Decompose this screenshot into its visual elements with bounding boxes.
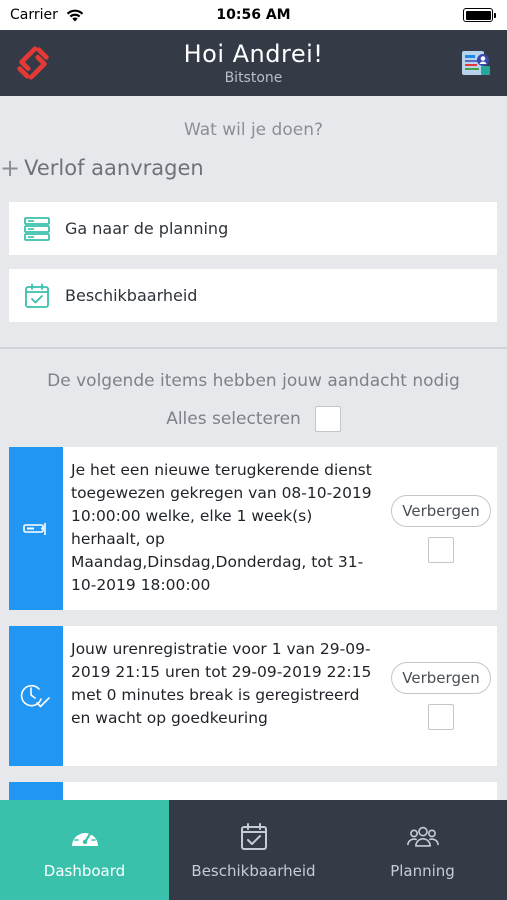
plus-icon: + <box>0 154 21 182</box>
card-swipe-icon <box>23 522 46 535</box>
tab-bar: Dashboard Beschikbaarheid Planning <box>0 800 507 900</box>
notification-strip <box>9 782 63 800</box>
tab-availability[interactable]: Beschikbaarheid <box>169 800 338 900</box>
notification-actions: Verbergen <box>385 447 497 610</box>
dashboard-content[interactable]: Wat wil je doen? + Verlof aanvragen Ga n… <box>0 96 507 800</box>
leave-request-link[interactable]: + Verlof aanvragen <box>0 154 204 182</box>
header-titles: Hoi Andrei! Bitstone <box>184 40 324 86</box>
page-title: Hoi Andrei! <box>183 40 324 68</box>
battery-icon <box>463 8 496 22</box>
notification-text: Je het een nieuwe terugkerende dienst to… <box>71 461 372 594</box>
tab-label: Planning <box>390 862 455 880</box>
group-icon <box>406 826 439 847</box>
notification-card: Je het een nieuwe terugkerende dienst to… <box>9 447 497 610</box>
availability-button[interactable]: Beschikbaarheid <box>9 269 497 322</box>
battery-fill <box>465 10 491 20</box>
status-bar: Carrier 10:56 AM <box>0 0 507 30</box>
select-all-label: Alles selecteren <box>166 409 301 429</box>
hide-notification-button[interactable]: Verbergen <box>391 662 491 694</box>
notification-card-partial <box>9 782 497 800</box>
wifi-icon <box>66 9 84 21</box>
notification-checkbox[interactable] <box>428 536 454 563</box>
notification-checkbox[interactable] <box>428 704 454 730</box>
tab-planning[interactable]: Planning <box>338 800 507 900</box>
tab-dashboard[interactable]: Dashboard <box>0 800 169 900</box>
availability-label: Beschikbaarheid <box>65 286 198 305</box>
calendar-check-icon <box>240 823 267 850</box>
notification-strip <box>9 626 63 766</box>
tab-label: Dashboard <box>43 862 126 880</box>
actions-question: Wat wil je doen? <box>184 120 323 140</box>
notification-card: Jouw urenregistratie voor 1 van 29-09-20… <box>9 626 497 766</box>
tab-label: Beschikbaarheid <box>191 862 316 880</box>
clock-check-icon <box>20 684 50 708</box>
go-to-planning-button[interactable]: Ga naar de planning <box>9 202 497 255</box>
bitstone-logo-icon[interactable] <box>14 44 52 82</box>
select-all-row[interactable]: Alles selecteren <box>0 406 507 432</box>
status-left: Carrier <box>10 7 84 23</box>
app-header: Hoi Andrei! Bitstone <box>0 30 507 96</box>
notification-actions: Verbergen <box>385 626 497 766</box>
hide-notification-button[interactable]: Verbergen <box>391 494 491 527</box>
leave-request-label: Verlof aanvragen <box>24 156 204 180</box>
section-divider <box>0 347 507 349</box>
carrier-label: Carrier <box>10 7 58 23</box>
notification-strip <box>9 447 63 610</box>
server-list-icon <box>24 216 50 241</box>
calendar-check-icon <box>25 283 49 308</box>
notification-text: Jouw urenregistratie voor 1 van 29-09-20… <box>71 640 372 727</box>
go-to-planning-label: Ga naar de planning <box>65 219 229 238</box>
speedometer-icon <box>71 827 98 846</box>
company-name: Bitstone <box>224 70 283 86</box>
select-all-checkbox[interactable] <box>314 406 341 432</box>
attention-heading: De volgende items hebben jouw aandacht n… <box>47 371 460 391</box>
user-avatar-icon[interactable] <box>459 46 493 80</box>
